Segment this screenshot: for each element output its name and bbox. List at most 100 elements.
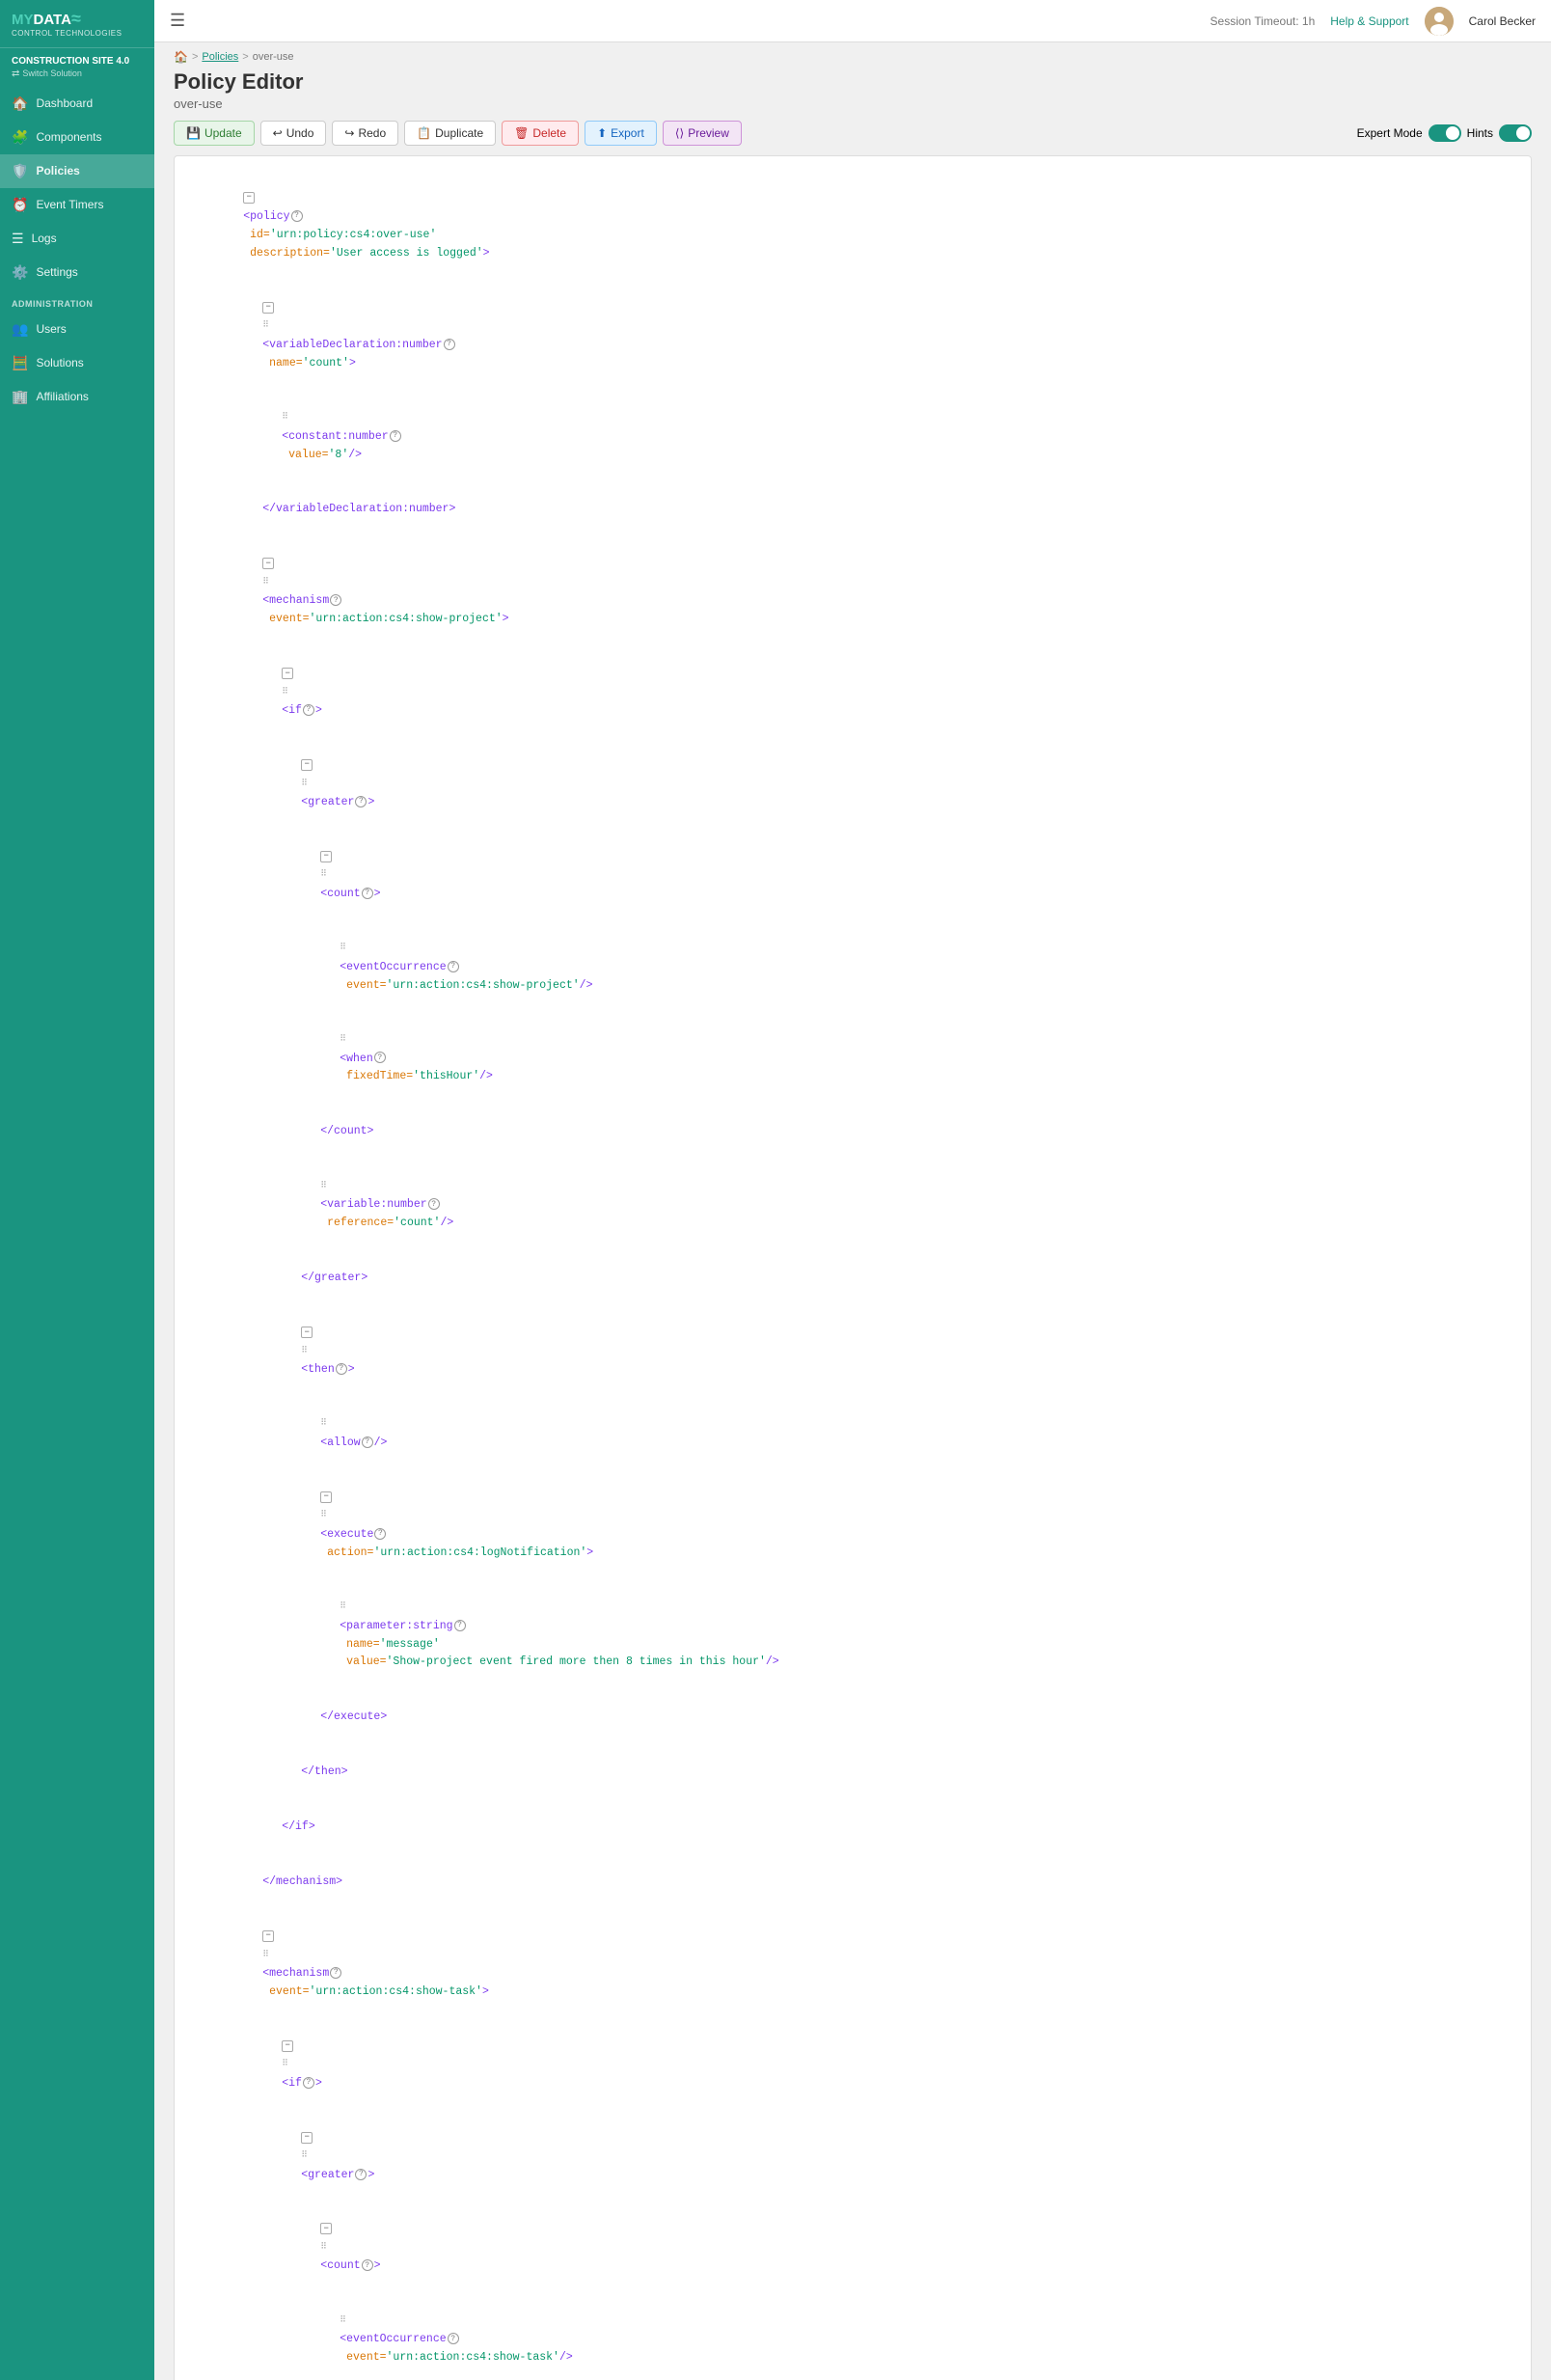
solutions-icon: 🧮 bbox=[12, 355, 28, 371]
sidebar-item-components[interactable]: 🧩 Components bbox=[0, 121, 154, 154]
expand-btn[interactable]: − bbox=[243, 192, 255, 204]
drag-handle[interactable]: ⠿ bbox=[320, 1179, 327, 1193]
sidebar-item-logs[interactable]: ☰ Logs bbox=[0, 222, 154, 256]
xml-line: </count> bbox=[190, 1105, 1515, 1160]
xml-line: − ⠿ <mechanism? event='urn:action:cs4:sh… bbox=[190, 1910, 1515, 2020]
expand-btn[interactable]: − bbox=[262, 1930, 274, 1942]
expand-btn[interactable]: − bbox=[282, 668, 293, 679]
sidebar-item-label: Logs bbox=[32, 232, 57, 245]
user-name: Carol Becker bbox=[1469, 14, 1536, 28]
drag-handle[interactable]: ⠿ bbox=[320, 1416, 327, 1431]
help-icon[interactable]: ? bbox=[362, 1436, 373, 1448]
help-icon[interactable]: ? bbox=[448, 2333, 459, 2344]
help-icon[interactable]: ? bbox=[303, 2077, 314, 2089]
undo-button[interactable]: ↩ Undo bbox=[260, 121, 327, 146]
xml-line: − ⠿ <count?> bbox=[190, 831, 1515, 922]
xml-line: − ⠿ <execute? action='urn:action:cs4:log… bbox=[190, 1471, 1515, 1581]
sidebar-item-affiliations[interactable]: 🏢 Affiliations bbox=[0, 380, 154, 414]
sidebar-item-settings[interactable]: ⚙️ Settings bbox=[0, 256, 154, 289]
drag-handle[interactable]: ⠿ bbox=[340, 1600, 346, 1614]
breadcrumb-sep: > bbox=[192, 51, 198, 63]
help-icon[interactable]: ? bbox=[374, 1528, 386, 1540]
expert-mode-toggle-group: Expert Mode bbox=[1357, 124, 1461, 142]
help-icon[interactable]: ? bbox=[336, 1363, 347, 1375]
help-icon[interactable]: ? bbox=[362, 2259, 373, 2271]
session-timeout: Session Timeout: 1h bbox=[1211, 14, 1316, 28]
help-icon[interactable]: ? bbox=[330, 594, 341, 606]
help-icon[interactable]: ? bbox=[330, 1967, 341, 1979]
hints-toggle[interactable] bbox=[1499, 124, 1532, 142]
sidebar-item-dashboard[interactable]: 🏠 Dashboard bbox=[0, 87, 154, 121]
switch-solution-link[interactable]: Switch Solution bbox=[0, 68, 154, 87]
drag-handle[interactable]: ⠿ bbox=[262, 575, 269, 589]
drag-handle[interactable]: ⠿ bbox=[282, 685, 288, 699]
export-button[interactable]: ⬆ Export bbox=[585, 121, 657, 146]
expand-btn[interactable]: − bbox=[262, 558, 274, 569]
sidebar-item-policies[interactable]: 🛡️ Policies bbox=[0, 154, 154, 188]
expert-mode-toggle[interactable] bbox=[1429, 124, 1461, 142]
drag-handle[interactable]: ⠿ bbox=[301, 777, 308, 791]
help-icon[interactable]: ? bbox=[428, 1198, 440, 1210]
home-icon[interactable]: 🏠 bbox=[174, 50, 188, 64]
drag-handle[interactable]: ⠿ bbox=[282, 410, 288, 424]
expand-btn[interactable]: − bbox=[262, 302, 274, 314]
policy-editor[interactable]: − <policy? id='urn:policy:cs4:over-use' … bbox=[174, 155, 1532, 2380]
help-icon[interactable]: ? bbox=[291, 210, 303, 222]
expand-btn[interactable]: − bbox=[301, 759, 313, 771]
expand-btn[interactable]: − bbox=[301, 2132, 313, 2144]
drag-handle[interactable]: ⠿ bbox=[320, 867, 327, 882]
drag-handle[interactable]: ⠿ bbox=[320, 1508, 327, 1522]
help-icon[interactable]: ? bbox=[362, 888, 373, 899]
breadcrumb-sep2: > bbox=[242, 51, 248, 63]
sidebar-item-users[interactable]: 👥 Users bbox=[0, 313, 154, 346]
expand-btn[interactable]: − bbox=[301, 1327, 313, 1338]
delete-button[interactable]: 🗑 Delete bbox=[502, 121, 579, 146]
settings-icon: ⚙️ bbox=[12, 264, 28, 281]
help-icon[interactable]: ? bbox=[355, 2169, 367, 2180]
drag-handle[interactable]: ⠿ bbox=[301, 2148, 308, 2163]
help-icon[interactable]: ? bbox=[444, 339, 455, 350]
xml-line: </variableDeclaration:number> bbox=[190, 482, 1515, 537]
help-icon[interactable]: ? bbox=[355, 796, 367, 807]
expand-btn[interactable]: − bbox=[320, 1491, 332, 1503]
xml-line: </execute> bbox=[190, 1690, 1515, 1745]
update-button[interactable]: 💾 Update bbox=[174, 121, 255, 146]
help-support-link[interactable]: Help & Support bbox=[1330, 14, 1408, 28]
site-name: CONSTRUCTION SITE 4.0 bbox=[0, 48, 154, 68]
preview-button[interactable]: ⟨⟩ Preview bbox=[663, 121, 742, 146]
sidebar-item-event-timers[interactable]: ⏰ Event Timers bbox=[0, 188, 154, 222]
drag-handle[interactable]: ⠿ bbox=[262, 1948, 269, 1962]
drag-handle[interactable]: ⠿ bbox=[282, 2057, 288, 2071]
content-area: 🏠 > Policies > over-use Policy Editor ov… bbox=[154, 42, 1551, 2380]
components-icon: 🧩 bbox=[12, 129, 28, 146]
drag-handle[interactable]: ⠿ bbox=[262, 318, 269, 333]
drag-handle[interactable]: ⠿ bbox=[340, 1032, 346, 1047]
expand-btn[interactable]: − bbox=[320, 851, 332, 862]
xml-line: </greater> bbox=[190, 1251, 1515, 1306]
hamburger-menu[interactable]: ☰ bbox=[170, 11, 185, 31]
breadcrumb-policies[interactable]: Policies bbox=[202, 51, 238, 63]
help-icon[interactable]: ? bbox=[374, 1052, 386, 1063]
expand-btn[interactable]: − bbox=[282, 2040, 293, 2052]
xml-line: − ⠿ <count?> bbox=[190, 2203, 1515, 2295]
help-icon[interactable]: ? bbox=[303, 704, 314, 716]
help-icon[interactable]: ? bbox=[390, 430, 401, 442]
help-icon[interactable]: ? bbox=[448, 961, 459, 972]
dashboard-icon: 🏠 bbox=[12, 96, 28, 112]
expand-btn[interactable]: − bbox=[320, 2223, 332, 2234]
help-icon[interactable]: ? bbox=[454, 1620, 466, 1631]
drag-handle[interactable]: ⠿ bbox=[340, 941, 346, 955]
duplicate-icon: 📋 bbox=[417, 126, 431, 140]
sidebar-item-label: Components bbox=[36, 130, 101, 144]
breadcrumb-current: over-use bbox=[253, 51, 294, 63]
xml-line: ⠿ <variable:number? reference='count'/> bbox=[190, 1160, 1515, 1251]
xml-line: </mechanism> bbox=[190, 1855, 1515, 1910]
logs-icon: ☰ bbox=[12, 231, 24, 247]
drag-handle[interactable]: ⠿ bbox=[320, 2240, 327, 2255]
redo-button[interactable]: ↪ Redo bbox=[332, 121, 398, 146]
duplicate-button[interactable]: 📋 Duplicate bbox=[404, 121, 496, 146]
drag-handle[interactable]: ⠿ bbox=[340, 2313, 346, 2328]
drag-handle[interactable]: ⠿ bbox=[301, 1344, 308, 1358]
sidebar-item-solutions[interactable]: 🧮 Solutions bbox=[0, 346, 154, 380]
sidebar-item-label: Settings bbox=[36, 265, 77, 279]
